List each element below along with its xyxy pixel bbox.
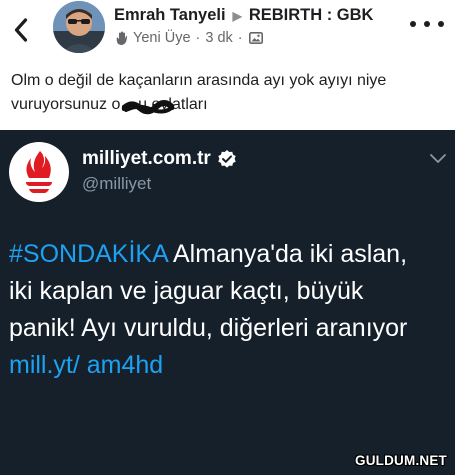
author-name[interactable]: Emrah Tanyeli xyxy=(114,6,226,25)
separator-dot: · xyxy=(237,30,243,46)
more-dots-icon xyxy=(438,21,444,27)
watermark: GULDUM.NET xyxy=(355,453,447,468)
facebook-post-header: Emrah Tanyeli ▶ REBIRTH : GBK Yeni Üye ·… xyxy=(0,0,455,130)
back-button[interactable] xyxy=(6,14,36,46)
separator-dot: · xyxy=(195,30,201,46)
tweet-handle[interactable]: @milliyet xyxy=(82,174,151,194)
group-name[interactable]: REBIRTH : GBK xyxy=(249,6,374,25)
milliyet-logo[interactable] xyxy=(9,142,69,202)
chevron-left-icon xyxy=(14,18,28,42)
censor-scribble xyxy=(122,100,174,115)
avatar[interactable] xyxy=(53,1,105,53)
more-dots-icon xyxy=(424,21,430,27)
short-url-link[interactable]: mill.yt/ am4hd xyxy=(9,351,163,379)
photo-audience-icon xyxy=(248,32,263,44)
post-time[interactable]: 3 dk xyxy=(205,30,232,46)
tweet-display-name[interactable]: milliyet.com.tr xyxy=(82,148,237,170)
hashtag-link[interactable]: #SONDAKİKA xyxy=(9,240,167,268)
post-meta: Yeni Üye · 3 dk · xyxy=(114,30,263,46)
verified-badge-icon xyxy=(218,150,236,168)
member-badge: Yeni Üye xyxy=(133,30,191,46)
more-options-button[interactable] xyxy=(410,14,444,34)
tweet-text: #SONDAKİKA Almanya'da iki aslan, iki kap… xyxy=(9,236,434,384)
waving-hand-icon xyxy=(116,31,128,45)
display-name: milliyet.com.tr xyxy=(82,148,211,169)
milliyet-flame-logo xyxy=(26,151,52,193)
arrow-right-icon: ▶ xyxy=(232,8,242,23)
more-dots-icon xyxy=(410,21,416,27)
post-caption: Olm o değil de kaçanların arasında ayı y… xyxy=(11,69,441,117)
post-author-line: Emrah Tanyeli ▶ REBIRTH : GBK xyxy=(114,6,373,25)
chevron-down-icon[interactable] xyxy=(428,150,448,166)
embedded-tweet[interactable]: milliyet.com.tr @milliyet #SONDAKİKA Alm… xyxy=(0,130,455,475)
